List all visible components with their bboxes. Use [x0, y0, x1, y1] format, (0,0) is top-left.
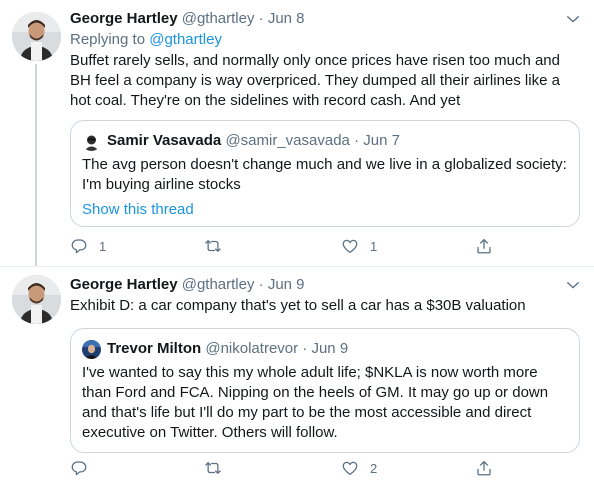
replying-handle-link[interactable]: @gthartley — [149, 31, 222, 48]
tweet-actions: 1 1 — [70, 236, 510, 256]
share-button[interactable] — [475, 236, 493, 256]
reply-icon — [71, 461, 87, 476]
tweet-date[interactable]: Jun 9 — [268, 276, 305, 293]
avatar[interactable] — [12, 275, 61, 324]
author-handle[interactable]: @gthartley — [182, 10, 255, 27]
retweet-button[interactable] — [204, 458, 233, 478]
chevron-down-icon[interactable] — [564, 276, 582, 294]
reply-count: 1 — [99, 238, 107, 254]
quoted-author-handle: @nikolatrevor — [205, 340, 299, 357]
share-button[interactable] — [475, 458, 493, 478]
quoted-author-name: Trevor Milton — [107, 340, 202, 357]
like-count: 1 — [370, 238, 378, 254]
quoted-tweet[interactable]: Trevor Milton @nikolatrevor · Jun 9 I've… — [70, 328, 580, 453]
reply-button[interactable] — [70, 458, 99, 478]
quoted-avatar — [82, 340, 101, 359]
tweet-text: Exhibit D: a car company that's yet to s… — [70, 297, 526, 314]
reply-button[interactable]: 1 — [70, 236, 106, 256]
tweet[interactable]: George Hartley @gthartley · Jun 8 Replyi… — [0, 0, 594, 266]
like-button[interactable]: 2 — [341, 458, 377, 478]
separator: · — [258, 10, 264, 27]
quoted-date: Jun 7 — [363, 132, 400, 149]
share-icon — [477, 238, 491, 254]
quoted-text: The avg person doesn't change much and w… — [82, 156, 567, 193]
separator: · — [258, 276, 264, 293]
author-handle[interactable]: @gthartley — [182, 276, 255, 293]
separator: · — [302, 340, 308, 357]
quoted-header: Samir Vasavada @samir_vasavada · Jun 7 — [107, 131, 400, 151]
avatar[interactable] — [12, 12, 61, 61]
quoted-header: Trevor Milton @nikolatrevor · Jun 9 — [107, 339, 348, 359]
author-name[interactable]: George Hartley — [70, 276, 178, 293]
like-button[interactable]: 1 — [341, 236, 377, 256]
tweet[interactable]: George Hartley @gthartley · Jun 9 Exhibi… — [0, 267, 594, 488]
heart-icon — [342, 461, 358, 476]
quoted-tweet[interactable]: Samir Vasavada @samir_vasavada · Jun 7 T… — [70, 120, 580, 227]
quoted-text: I've wanted to say this my whole adult l… — [82, 364, 549, 441]
retweet-button[interactable] — [204, 236, 233, 256]
author-name[interactable]: George Hartley — [70, 10, 178, 27]
tweet-date[interactable]: Jun 8 — [268, 10, 305, 27]
tweet-actions: 2 — [70, 458, 510, 478]
like-count: 2 — [370, 460, 378, 476]
quoted-date: Jun 9 — [311, 340, 349, 357]
retweet-icon — [205, 462, 221, 474]
reply-icon — [71, 239, 87, 254]
tweet-header: George Hartley @gthartley · Jun 9 — [70, 275, 305, 295]
heart-icon — [342, 239, 358, 254]
quoted-author-name: Samir Vasavada — [107, 132, 222, 149]
share-icon — [477, 460, 491, 476]
tweet-header: George Hartley @gthartley · Jun 8 — [70, 9, 305, 29]
replying-to: Replying to @gthartley — [70, 30, 222, 50]
chevron-down-icon[interactable] — [564, 10, 582, 28]
separator: · — [354, 132, 360, 149]
thread-line — [35, 64, 37, 266]
retweet-icon — [205, 240, 221, 252]
tweet-text: Buffet rarely sells, and normally only o… — [70, 52, 560, 109]
replying-prefix: Replying to — [70, 31, 146, 48]
quoted-avatar — [82, 132, 101, 151]
show-thread-link[interactable]: Show this thread — [82, 200, 194, 220]
quoted-author-handle: @samir_vasavada — [225, 132, 350, 149]
